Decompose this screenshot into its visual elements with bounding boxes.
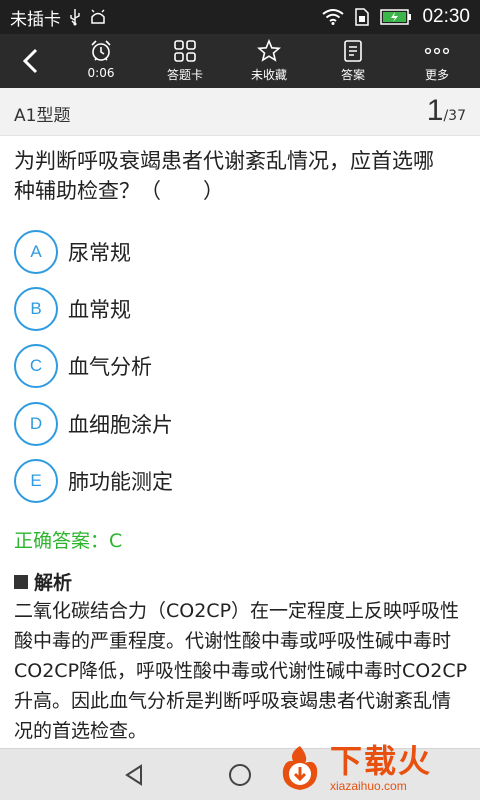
analysis-heading: 解析 [14, 568, 72, 595]
more-label: 更多 [424, 68, 449, 82]
nav-back-icon [125, 764, 142, 786]
answer-button[interactable]: 答案 [318, 38, 388, 86]
favorite-label: 未收藏 [250, 68, 287, 82]
android-debug-icon [89, 9, 107, 25]
current-question-number: 1 [426, 94, 444, 127]
option-d[interactable]: D 血细胞涂片 [14, 402, 454, 446]
option-letter: C [14, 344, 58, 388]
question-text: 为判断呼吸衰竭患者代谢紊乱情况，应首选哪种辅助检查？（ ） [14, 149, 434, 203]
answer-card-button[interactable]: 答题卡 [150, 38, 220, 86]
carrier-label: 未插卡 [10, 9, 61, 30]
favorite-button[interactable]: 未收藏 [234, 38, 304, 86]
nav-home-button[interactable] [220, 759, 260, 791]
option-c[interactable]: C 血气分析 [14, 344, 454, 388]
analysis-text: 二氧化碳结合力（CO2CP）在一定程度上反映呼吸性酸中毒的严重程度。代谢性酸中毒… [14, 600, 468, 742]
watermark-logo-icon [274, 742, 326, 794]
option-text: 血气分析 [68, 355, 152, 379]
more-button[interactable]: 更多 [402, 38, 472, 86]
status-bar: 未插卡 02:30 [0, 0, 480, 34]
toolbar: 0:06 答题卡 未收藏 答案 更多 [0, 34, 480, 88]
question-counter: 1/37 [427, 94, 466, 128]
option-letter: B [14, 287, 58, 331]
option-e[interactable]: E 肺功能测定 [14, 459, 454, 503]
watermark: 下载火 xiazaihuo.com [274, 738, 474, 798]
option-letter: D [14, 402, 58, 446]
total-questions: /37 [443, 108, 466, 124]
option-a[interactable]: A 尿常规 [14, 230, 454, 274]
answer-label: 答案 [340, 68, 365, 82]
option-text: 血细胞涂片 [68, 413, 173, 437]
option-letter: A [14, 230, 58, 274]
correct-answer: 正确答案：C [14, 530, 123, 552]
clock: 02:30 [422, 6, 470, 27]
option-text: 尿常规 [68, 241, 131, 265]
answer-card-label: 答题卡 [166, 68, 203, 82]
sim-icon [354, 8, 370, 26]
battery-charging-icon [380, 9, 412, 25]
watermark-url: xiazaihuo.com [330, 779, 407, 793]
timer-label: 0:06 [87, 66, 115, 80]
option-b[interactable]: B 血常规 [14, 287, 454, 331]
back-chevron-icon [22, 48, 38, 74]
option-text: 血常规 [68, 298, 131, 322]
question-type: A1型题 [14, 106, 71, 126]
analysis-title: 解析 [34, 572, 73, 594]
option-letter: E [14, 459, 58, 503]
timer-button[interactable]: 0:06 [66, 38, 136, 86]
document-icon [342, 38, 364, 64]
usb-icon [69, 8, 81, 26]
back-button[interactable] [10, 44, 50, 78]
more-dots-icon [424, 38, 450, 64]
option-text: 肺功能测定 [68, 470, 173, 494]
question-header: A1型题 1/37 [0, 88, 480, 136]
watermark-text: 下载火 [330, 742, 433, 780]
wifi-icon [322, 9, 345, 25]
alarm-clock-icon [89, 38, 113, 64]
star-outline-icon [257, 38, 281, 64]
nav-back-button[interactable] [114, 759, 154, 791]
nav-home-icon [229, 764, 251, 786]
grid-icon [173, 38, 197, 64]
square-bullet-icon [14, 574, 28, 589]
